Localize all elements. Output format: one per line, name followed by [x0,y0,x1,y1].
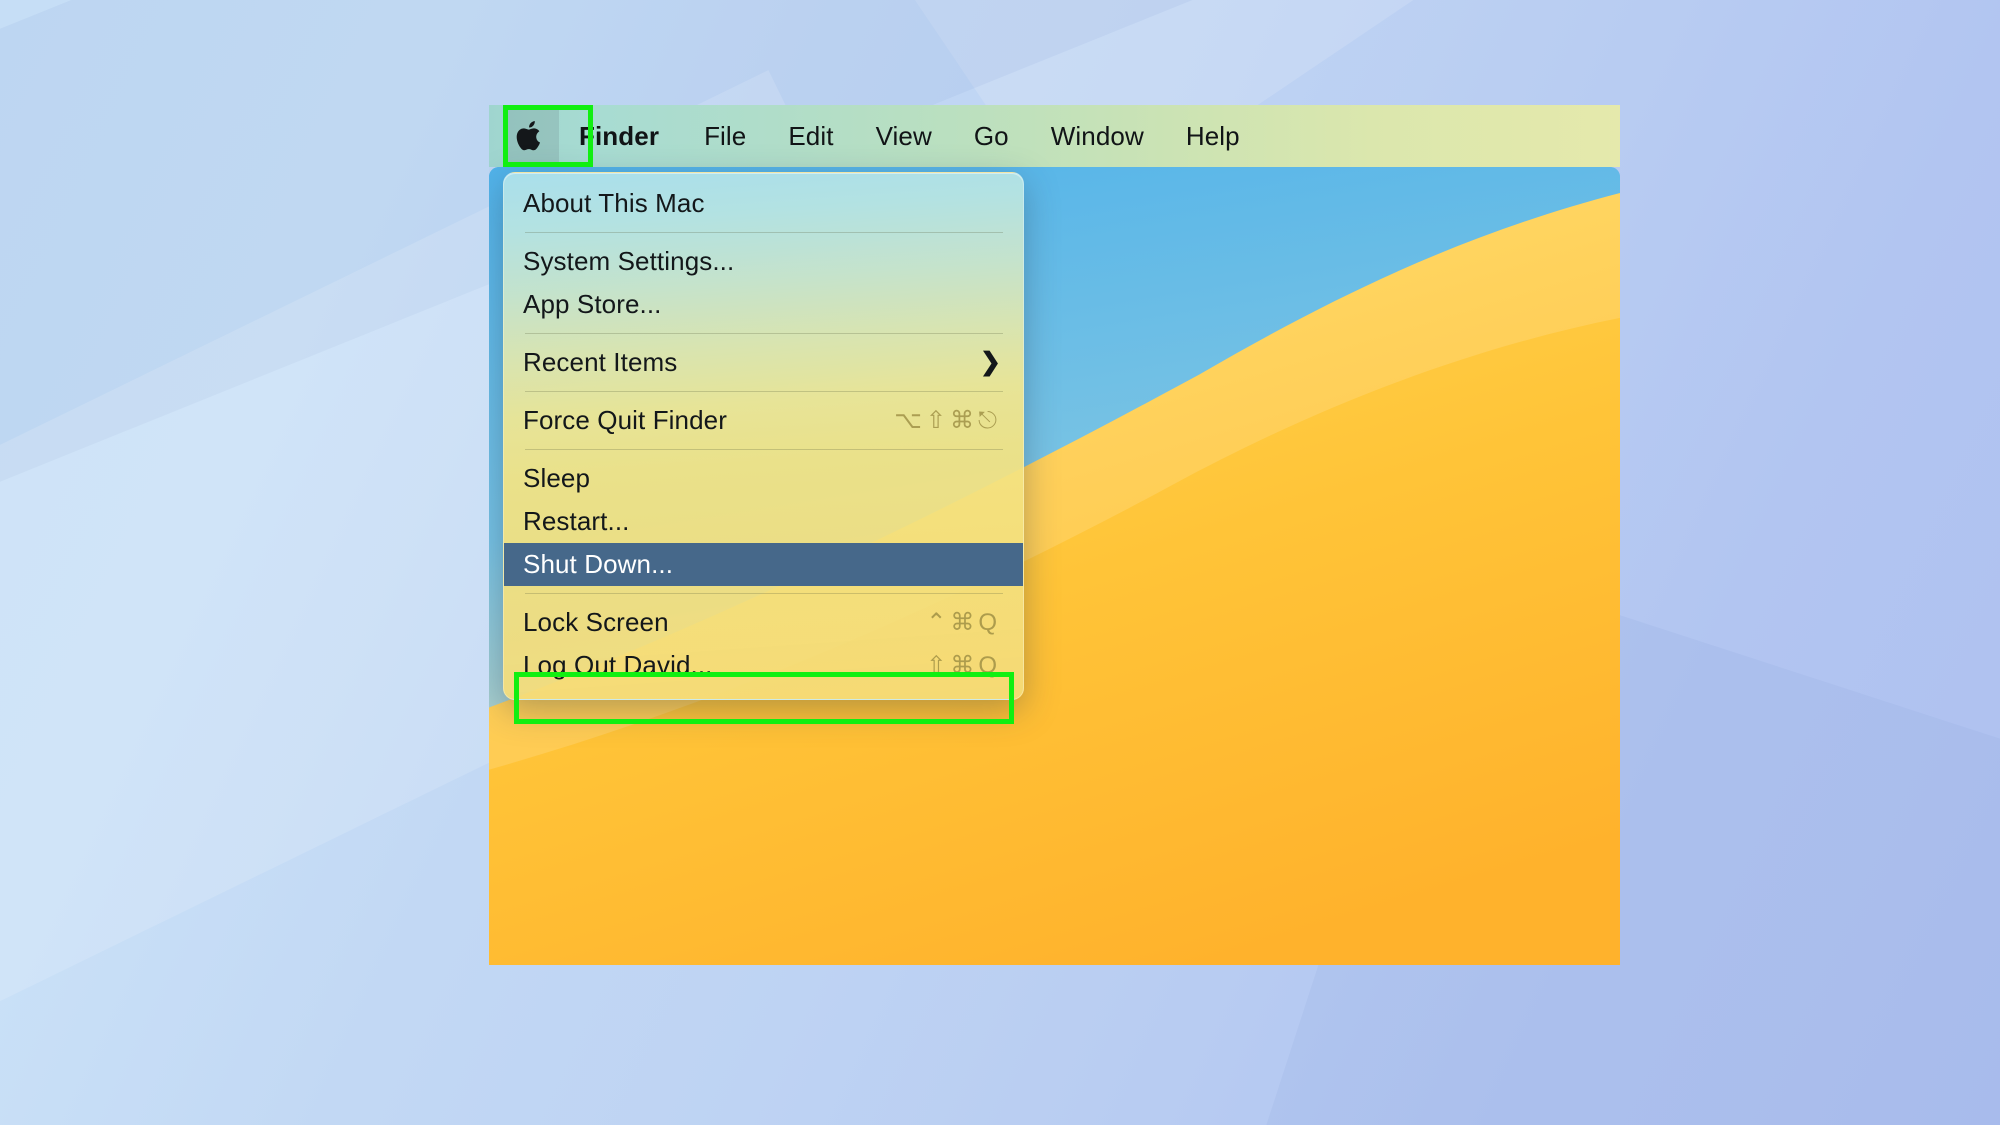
menu-item-label: System Settings... [523,246,735,276]
menu-bar-item-window[interactable]: Window [1030,105,1165,167]
keyboard-shortcut-icon: ⇧⌘Q [926,652,1001,679]
menu-item-label: Sleep [523,463,590,493]
apple-menu-button[interactable] [503,109,559,163]
menu-item-system-settings[interactable]: System Settings... [504,240,1023,283]
menu-separator [525,391,1003,392]
menu-bar: Finder File Edit View Go Window Help [489,105,1620,167]
menu-separator [525,333,1003,334]
apple-logo-icon [516,118,546,154]
menu-bar-item-go[interactable]: Go [953,105,1030,167]
menu-item-label: App Store... [523,289,662,319]
menu-separator [525,593,1003,594]
apple-menu-dropdown: About This Mac System Settings... App St… [503,172,1024,700]
chevron-right-icon: ❯ [980,348,1001,376]
menu-item-recent-items[interactable]: Recent Items ❯ [504,341,1023,384]
menu-item-log-out[interactable]: Log Out David... ⇧⌘Q [504,644,1023,687]
menu-item-lock-screen[interactable]: Lock Screen ⌃⌘Q [504,601,1023,644]
menu-item-about-this-mac[interactable]: About This Mac [504,182,1023,225]
menu-separator [525,449,1003,450]
menu-item-sleep[interactable]: Sleep [504,457,1023,500]
menu-item-force-quit-finder[interactable]: Force Quit Finder ⌥⇧⌘⎋ [504,399,1023,442]
menu-bar-item-help[interactable]: Help [1165,105,1261,167]
menu-item-restart[interactable]: Restart... [504,500,1023,543]
menu-item-label: Force Quit Finder [523,405,727,435]
macos-screenshot: Finder File Edit View Go Window Help Abo… [489,105,1620,965]
menu-item-shut-down[interactable]: Shut Down... [504,543,1023,586]
menu-bar-item-view[interactable]: View [855,105,953,167]
menu-item-label: Recent Items [523,347,678,377]
menu-item-label: Shut Down... [523,549,674,579]
menu-bar-item-edit[interactable]: Edit [767,105,854,167]
menu-item-app-store[interactable]: App Store... [504,283,1023,326]
menu-item-label: Lock Screen [523,607,669,637]
menu-item-label: Log Out David... [523,650,713,680]
keyboard-shortcut-icon: ⌥⇧⌘⎋ [894,407,1001,434]
keyboard-shortcut-icon: ⌃⌘Q [926,609,1001,636]
menu-item-label: About This Mac [523,188,705,218]
menu-bar-item-finder[interactable]: Finder [561,105,683,167]
menu-separator [525,232,1003,233]
menu-item-label: Restart... [523,506,630,536]
menu-bar-item-file[interactable]: File [683,105,767,167]
